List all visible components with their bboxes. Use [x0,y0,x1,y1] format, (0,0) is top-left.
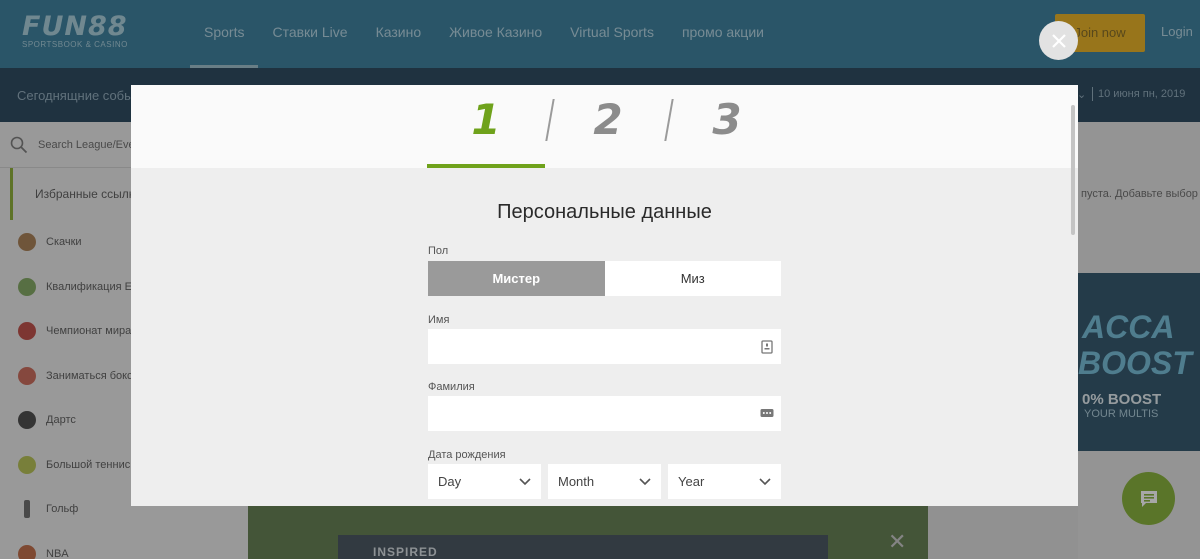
year-select-value: Year [678,474,705,489]
chevron-down-icon [519,477,531,485]
birth-date-label: Дата рождения [428,449,506,461]
step-1[interactable]: 1 [427,95,545,144]
registration-modal: 1 2 3 Персональные данные Пол Мистер Миз… [131,85,1078,506]
gender-label: Пол [428,245,449,257]
step-indicator: 1 2 3 [131,85,1078,168]
last-name-field[interactable] [428,396,781,431]
birth-date-selects: Day Month Year [428,464,781,499]
day-select[interactable]: Day [428,464,541,499]
first-name-field[interactable] [428,329,781,364]
chevron-down-icon [639,477,651,485]
chevron-down-icon [759,477,771,485]
day-select-value: Day [438,474,462,489]
gender-option-miz[interactable]: Миз [604,261,781,296]
first-name-label: Имя [428,314,450,326]
password-dots-icon [760,409,774,417]
active-step-underline [427,164,545,168]
month-select[interactable]: Month [548,464,661,499]
gender-option-mister[interactable]: Мистер [428,261,605,296]
close-icon [1051,33,1066,48]
year-select[interactable]: Year [668,464,781,499]
step-2[interactable]: 2 [549,95,667,144]
gender-toggle: Мистер Миз [428,261,781,296]
step-3[interactable]: 3 [668,95,786,144]
contact-card-icon [761,340,773,354]
month-select-value: Month [558,474,595,489]
last-name-label: Фамилия [428,381,475,393]
modal-title: Персональные данные [497,201,712,223]
close-modal-button[interactable] [1039,21,1078,60]
